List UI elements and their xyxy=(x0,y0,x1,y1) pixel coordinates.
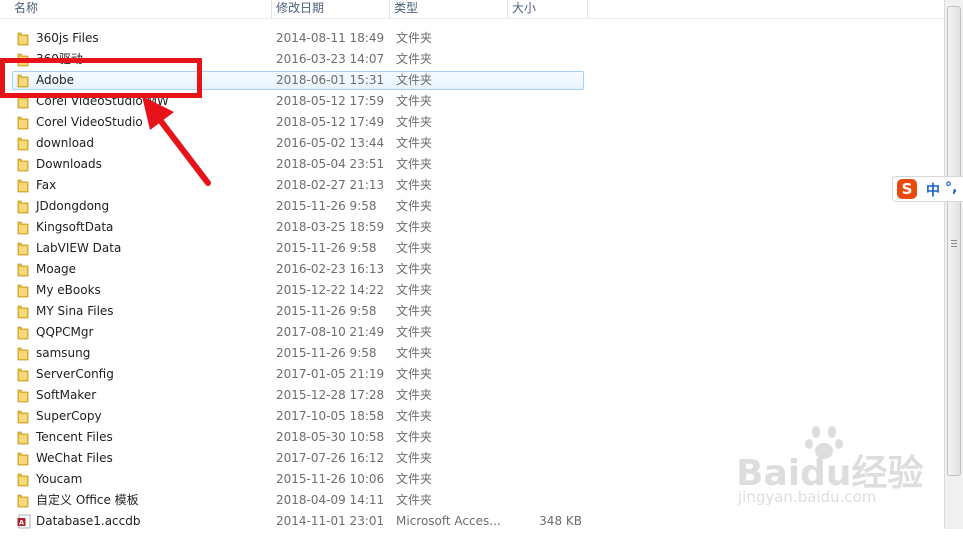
ime-toolbar[interactable]: S 中 °, xyxy=(892,176,963,202)
baidu-jingyan-watermark: Baidu经验 jingyan.baidu.com xyxy=(724,424,924,524)
ime-mode-toggle[interactable]: 中 xyxy=(926,180,940,200)
ime-punctuation-toggle[interactable]: °, xyxy=(945,180,957,196)
sogou-logo-icon[interactable]: S xyxy=(897,179,917,199)
watermark-url: jingyan.baidu.com xyxy=(738,488,877,506)
